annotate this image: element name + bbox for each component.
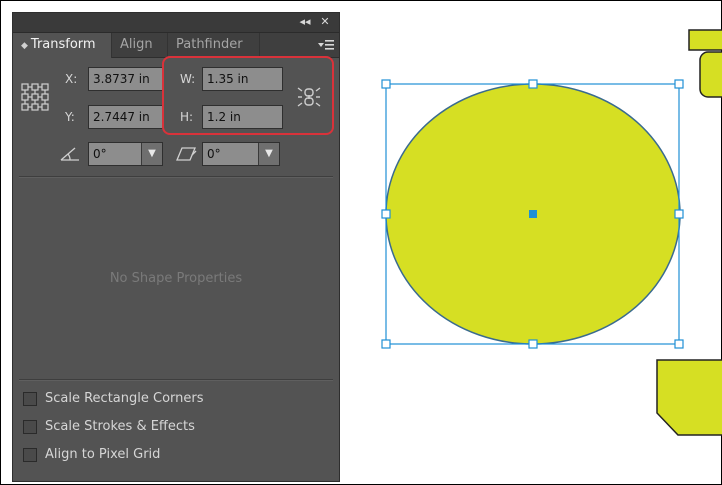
resize-handle-top-left[interactable]: [381, 79, 391, 89]
resize-handle-top[interactable]: [528, 79, 538, 89]
resize-handle-bottom[interactable]: [528, 339, 538, 349]
resize-handle-left[interactable]: [381, 209, 391, 219]
resize-handle-bottom-left[interactable]: [381, 339, 391, 349]
resize-handle-top-right[interactable]: [674, 79, 684, 89]
center-point: [529, 210, 537, 218]
resize-handle-bottom-right[interactable]: [674, 339, 684, 349]
partial-shape-bottom-right[interactable]: [656, 359, 722, 436]
resize-handle-right[interactable]: [674, 209, 684, 219]
partial-shape-top-right[interactable]: [688, 29, 722, 98]
artboard-canvas: [381, 29, 722, 436]
